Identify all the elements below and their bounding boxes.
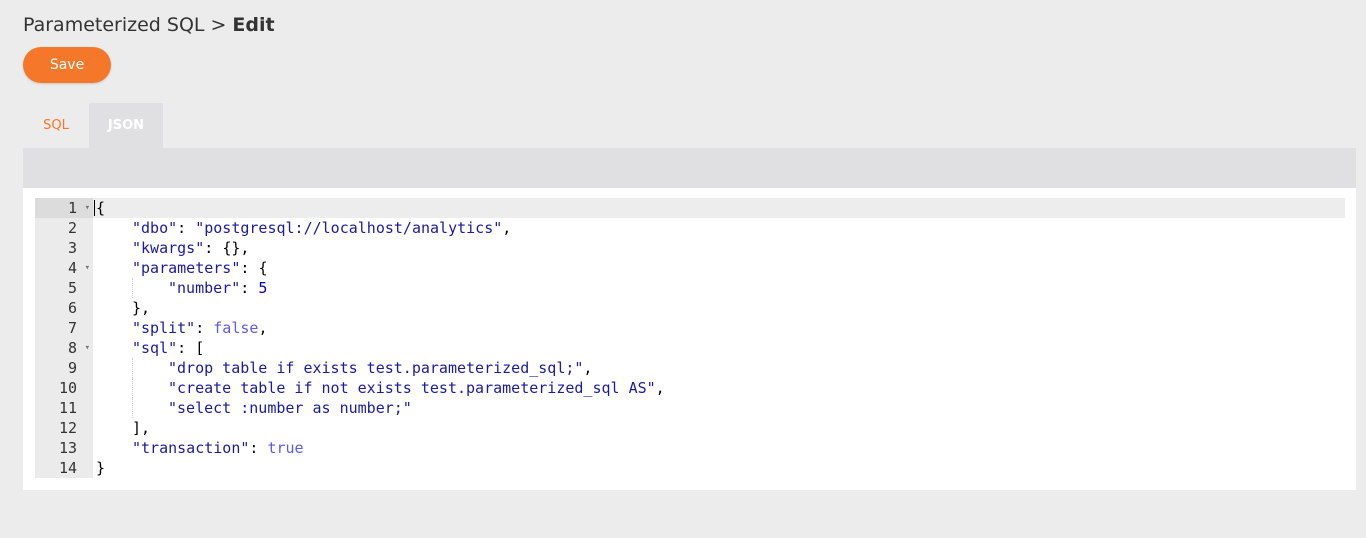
json-key: "kwargs"	[132, 239, 205, 257]
json-number: 5	[258, 279, 268, 297]
json-key: "number"	[168, 279, 241, 297]
code-line[interactable]: 9 "drop table if exists test.parameteriz…	[35, 358, 1345, 378]
code-line[interactable]: 1 ▾ {	[35, 198, 1345, 218]
code-line[interactable]: 6 },	[35, 298, 1345, 318]
breadcrumb-parent[interactable]: Parameterized SQL	[23, 14, 205, 36]
fold-arrow-icon[interactable]: ▾	[85, 338, 90, 358]
code-text: },	[132, 299, 151, 317]
line-number: 12	[35, 418, 93, 438]
code-text: {	[96, 199, 106, 217]
line-number: 8 ▾	[35, 338, 93, 358]
code-line[interactable]: 7 "split": false,	[35, 318, 1345, 338]
text-cursor	[94, 200, 95, 216]
json-key: "dbo"	[132, 219, 178, 237]
indent-guide	[132, 398, 133, 418]
json-string: "postgresql://localhost/analytics"	[195, 219, 503, 237]
tab-sql[interactable]: SQL	[23, 103, 89, 148]
json-key: "split"	[132, 319, 196, 337]
breadcrumb-separator: >	[210, 14, 227, 36]
code-area[interactable]: 1 ▾ { 2 "dbo": "postgresql://localhost/an…	[35, 198, 1345, 478]
breadcrumb-current: Edit	[232, 14, 275, 36]
json-comma: ,	[240, 239, 250, 257]
json-key: "sql"	[132, 339, 178, 357]
code-line[interactable]: 5 "number": 5	[35, 278, 1345, 298]
line-number: 7	[35, 318, 93, 338]
json-colon: :	[240, 279, 259, 297]
json-comma: ,	[655, 379, 665, 397]
line-number: 5	[35, 278, 93, 298]
code-line[interactable]: 8 ▾ "sql": [	[35, 338, 1345, 358]
json-colon: :	[177, 339, 196, 357]
code-line[interactable]: 3 "kwargs": {},	[35, 238, 1345, 258]
fold-arrow-icon[interactable]: ▾	[85, 258, 90, 278]
code-text: ],	[132, 419, 151, 437]
code-line[interactable]: 12 ],	[35, 418, 1345, 438]
json-comma: ,	[583, 359, 593, 377]
json-boolean: false	[213, 319, 259, 337]
line-number: 1 ▾	[35, 198, 93, 218]
json-colon: :	[249, 439, 268, 457]
code-line[interactable]: 2 "dbo": "postgresql://localhost/analyti…	[35, 218, 1345, 238]
line-number: 11	[35, 398, 93, 418]
line-number: 10	[35, 378, 93, 398]
code-line[interactable]: 13 "transaction": true	[35, 438, 1345, 458]
line-number: 9	[35, 358, 93, 378]
json-comma: ,	[258, 319, 268, 337]
editor-toolbar	[23, 148, 1356, 188]
code-line[interactable]: 4 ▾ "parameters": {	[35, 258, 1345, 278]
code-line[interactable]: 10 "create table if not exists test.para…	[35, 378, 1345, 398]
line-number: 4 ▾	[35, 258, 93, 278]
line-number: 6	[35, 298, 93, 318]
code-line[interactable]: 11 "select :number as number;"	[35, 398, 1345, 418]
indent-guide	[132, 278, 133, 298]
indent-guide	[132, 358, 133, 378]
line-number: 14	[35, 458, 93, 478]
code-line[interactable]: 14 }	[35, 458, 1345, 478]
line-number: 13	[35, 438, 93, 458]
json-colon: :	[240, 259, 259, 277]
json-colon: :	[204, 239, 223, 257]
tab-bar: SQL JSON	[23, 103, 163, 148]
json-key: "transaction"	[132, 439, 250, 457]
json-colon: :	[195, 319, 214, 337]
json-key: "parameters"	[132, 259, 241, 277]
tab-json[interactable]: JSON	[89, 103, 163, 148]
json-bracket: [	[195, 339, 205, 357]
json-colon: :	[177, 219, 196, 237]
indent-guide	[132, 378, 133, 398]
code-text: }	[96, 459, 106, 477]
json-string: "create table if not exists test.paramet…	[168, 379, 656, 397]
breadcrumb: Parameterized SQL > Edit	[23, 14, 275, 36]
line-number: 2	[35, 218, 93, 238]
save-button[interactable]: Save	[23, 47, 111, 83]
fold-arrow-icon[interactable]: ▾	[85, 198, 90, 218]
json-brace: {	[258, 259, 268, 277]
line-number: 3	[35, 238, 93, 258]
json-editor[interactable]: 1 ▾ { 2 "dbo": "postgresql://localhost/an…	[23, 188, 1356, 490]
json-string: "select :number as number;"	[168, 399, 412, 417]
json-comma: ,	[502, 219, 512, 237]
json-string: "drop table if exists test.parameterized…	[168, 359, 584, 377]
json-boolean: true	[267, 439, 304, 457]
json-object: {}	[222, 239, 241, 257]
